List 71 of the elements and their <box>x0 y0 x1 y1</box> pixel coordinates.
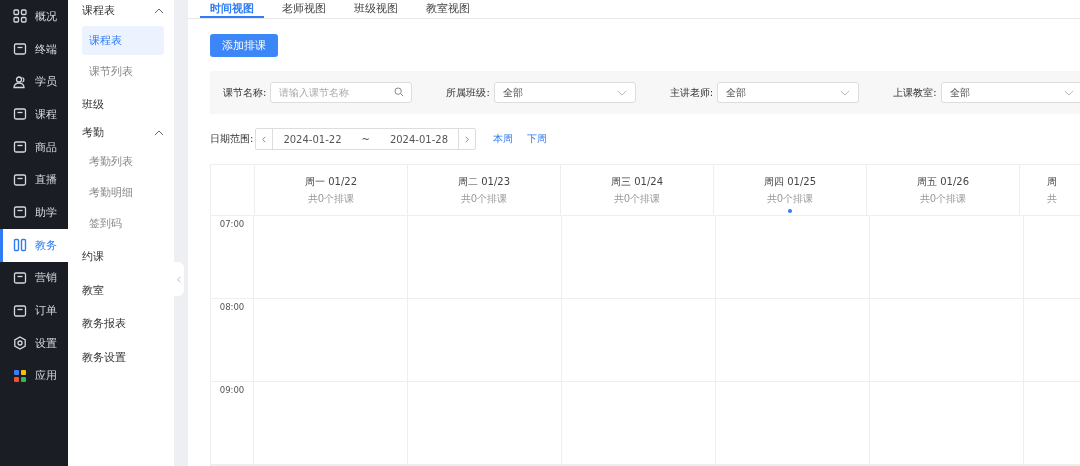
caret-icon <box>154 8 164 14</box>
date-range-label: 日期范围: <box>210 132 254 146</box>
submenu-item[interactable]: 课节列表 <box>82 57 164 86</box>
time-label: 09:00 <box>219 385 245 395</box>
sidebar-item[interactable]: 学员 <box>0 65 68 99</box>
sidebar-item[interactable]: 营销 <box>0 261 68 295</box>
add-schedule-button[interactable]: 添加排课 <box>210 34 278 57</box>
sidebar-item[interactable]: 课程 <box>0 98 68 131</box>
apps-icon <box>13 368 27 383</box>
grid-icon <box>13 9 27 24</box>
week-link[interactable]: 下周 <box>527 132 547 146</box>
search-icon <box>394 87 405 97</box>
schedule-count: 共 <box>1047 192 1057 206</box>
chevron-left-icon <box>262 135 267 143</box>
day-title: 周五 01/26 <box>917 175 969 189</box>
select-field[interactable]: 全部 <box>493 82 636 103</box>
day-title: 周一 01/22 <box>305 175 357 189</box>
schedule-count: 共0个排课 <box>460 192 508 206</box>
submenu-item[interactable]: 教室 <box>82 274 164 308</box>
day-title: 周二 01/23 <box>458 175 510 189</box>
submenu-item[interactable]: 约课 <box>82 240 164 274</box>
filter-label: 课节名称: <box>223 85 267 100</box>
caret-icon <box>154 129 164 136</box>
start-date: 2024-01-22 <box>282 133 343 145</box>
range-separator: ~ <box>360 133 371 145</box>
sidebar-item[interactable]: 订单 <box>0 294 68 327</box>
day-title: 周三 01/24 <box>611 175 663 189</box>
sidebar-item[interactable]: 直播 <box>0 163 68 197</box>
submenu-group[interactable]: 课程表 <box>82 0 164 22</box>
select-field[interactable]: 全部 <box>717 82 860 103</box>
view-tab[interactable]: 时间视图 <box>200 0 264 18</box>
time-label: 07:00 <box>219 219 245 229</box>
day-title: 周四 01/25 <box>764 175 816 189</box>
collapse-handle[interactable] <box>174 262 184 296</box>
submenu-item[interactable]: 教务设置 <box>82 341 164 375</box>
time-label: 08:00 <box>219 302 245 312</box>
users-icon <box>13 74 27 89</box>
chevron-right-icon <box>465 135 469 143</box>
sidebar-item[interactable]: 助学 <box>0 196 68 229</box>
week-link[interactable]: 本周 <box>493 132 513 146</box>
schedule-count: 共0个排课 <box>307 192 355 206</box>
submenu-item[interactable]: 考勤列表 <box>82 147 164 177</box>
columns-icon <box>13 238 27 253</box>
schedule-count: 共0个排课 <box>919 192 967 206</box>
sidebar-item[interactable]: 终端 <box>0 32 68 66</box>
sidebar-item[interactable]: 概况 <box>0 0 68 33</box>
sidebar-item[interactable]: 应用 <box>0 359 68 393</box>
sidebar-item[interactable]: 设置 <box>0 326 68 360</box>
end-date: 2024-01-28 <box>388 133 449 145</box>
settings-icon <box>13 336 27 351</box>
submenu-item[interactable]: 考勤明细 <box>82 178 164 208</box>
chevron-left-icon <box>177 275 181 283</box>
filter-label: 主讲老师: <box>669 85 714 100</box>
submenu-item[interactable]: 课程表 <box>82 26 164 55</box>
filter-label: 上课教室: <box>893 85 937 100</box>
view-tab[interactable]: 老师视图 <box>272 0 336 18</box>
day-title: 周 <box>1047 175 1057 189</box>
submenu-item[interactable]: 教务报表 <box>82 307 164 341</box>
submenu-item[interactable]: 签到码 <box>82 209 164 239</box>
schedule-count: 共0个排课 <box>613 192 661 206</box>
date-range-picker[interactable]: 2024-01-22 ~ 2024-01-28 <box>255 128 476 150</box>
schedule-count: 共0个排课 <box>766 192 814 206</box>
sidebar-item[interactable]: 商品 <box>0 130 68 164</box>
sidebar-item[interactable]: 教务 <box>0 228 68 262</box>
submenu-group[interactable]: 考勤 <box>82 121 164 144</box>
search-field[interactable]: 请输入课节名称 <box>270 82 413 103</box>
filter-label: 所属班级: <box>446 85 490 100</box>
submenu-item[interactable]: 班级 <box>82 88 164 122</box>
view-tab[interactable]: 教室视图 <box>416 0 480 18</box>
view-tab[interactable]: 班级视图 <box>344 0 408 18</box>
select-field[interactable]: 全部 <box>940 82 1080 103</box>
